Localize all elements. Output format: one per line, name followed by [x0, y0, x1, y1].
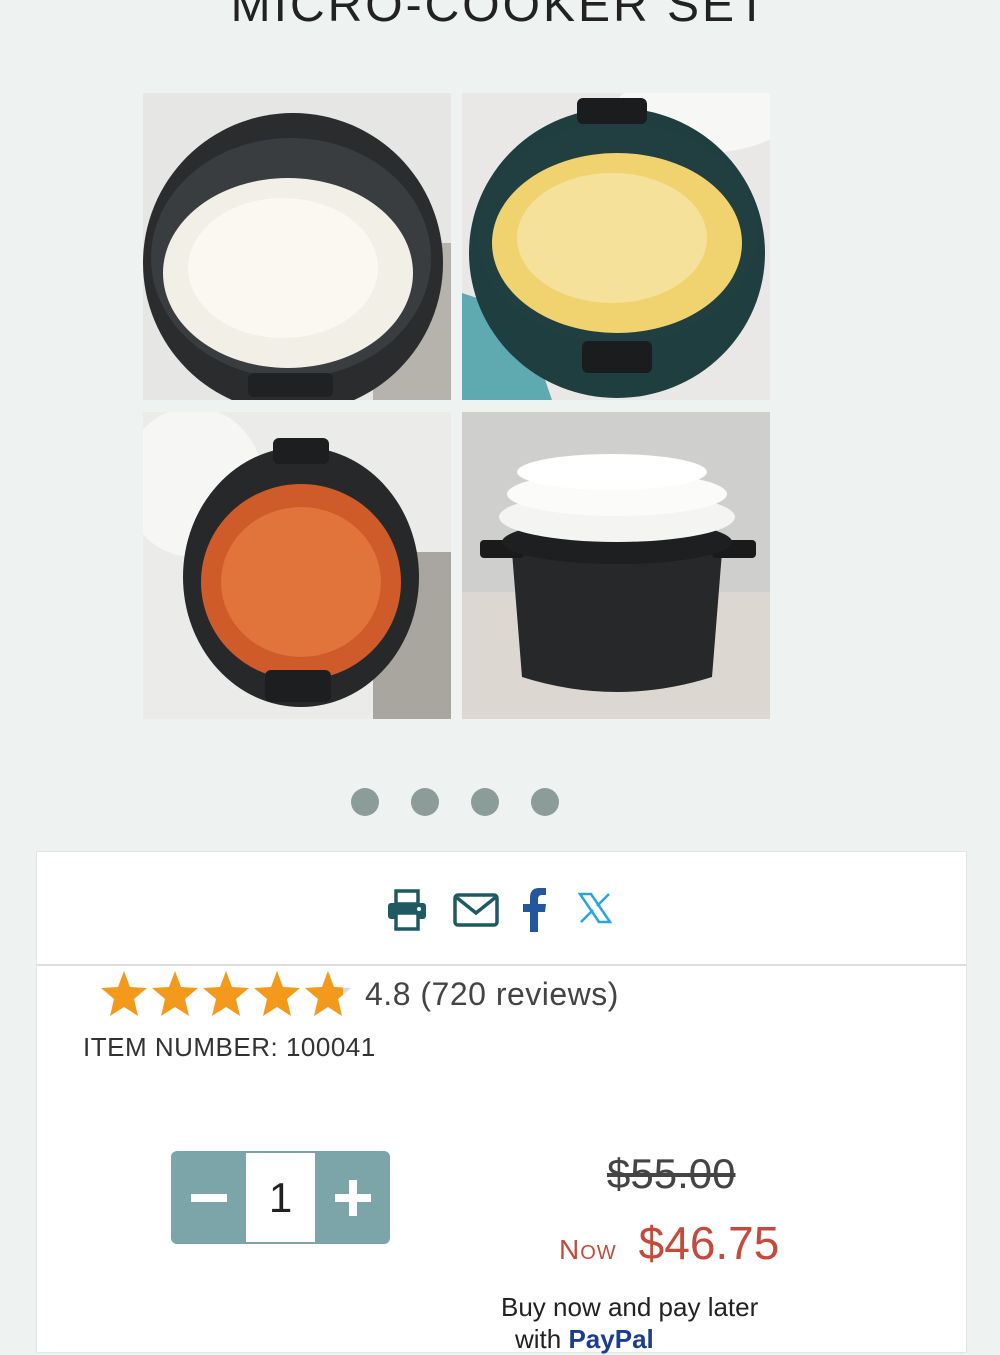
- rating-summary[interactable]: 4.8 (720 reviews): [99, 969, 619, 1019]
- original-price: $55.00: [607, 1150, 736, 1197]
- product-image-gallery[interactable]: [143, 93, 770, 719]
- sale-price-row: Now $46.75: [559, 1216, 779, 1270]
- x-icon[interactable]: [577, 888, 613, 933]
- quantity-stepper: [171, 1151, 390, 1244]
- now-label: Now: [559, 1234, 617, 1265]
- product-info-card: 4.8 (720 reviews) ITEM NUMBER: 100041 $5…: [36, 851, 967, 1355]
- rice-bowl-image[interactable]: [143, 93, 451, 400]
- carrot-fries-image[interactable]: [143, 412, 451, 719]
- paypal-brand[interactable]: PayPal: [568, 1324, 653, 1354]
- sale-price: $46.75: [638, 1217, 780, 1269]
- gallery-dot-2[interactable]: [411, 788, 439, 816]
- gallery-dot-1[interactable]: [351, 788, 379, 816]
- star-icons: [101, 971, 351, 1016]
- gallery-dot-3[interactable]: [471, 788, 499, 816]
- increase-quantity-button[interactable]: [315, 1151, 390, 1244]
- gallery-pagination: [351, 788, 559, 816]
- item-number: ITEM NUMBER: 100041: [83, 1032, 376, 1062]
- cooker-set-image[interactable]: [462, 412, 770, 719]
- pay-later-text: Buy now and pay later: [501, 1292, 759, 1322]
- minus-icon: [190, 1193, 227, 1202]
- star-rating: [99, 969, 351, 1019]
- gallery-dot-4[interactable]: [531, 788, 559, 816]
- quantity-input[interactable]: [246, 1151, 315, 1244]
- plus-icon: [334, 1179, 371, 1216]
- envelope-icon[interactable]: [452, 888, 500, 937]
- mashed-potato-image[interactable]: [462, 93, 770, 400]
- page-title: MICRO-COOKER SET: [230, 0, 770, 32]
- facebook-icon[interactable]: [519, 887, 549, 939]
- rating-text[interactable]: 4.8 (720 reviews): [365, 976, 619, 1013]
- printer-icon[interactable]: [385, 888, 429, 937]
- decrease-quantity-button[interactable]: [171, 1151, 246, 1244]
- pay-later-provider[interactable]: with PayPal: [515, 1324, 654, 1355]
- pay-later-prefix: with: [515, 1324, 569, 1354]
- share-bar: [37, 852, 966, 966]
